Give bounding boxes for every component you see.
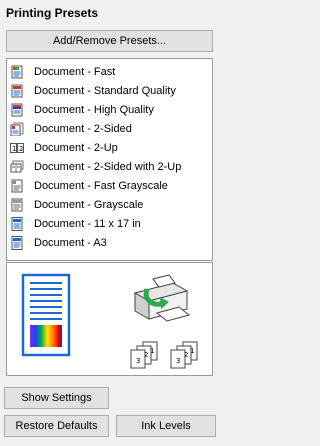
collate-page-3: 3	[176, 357, 180, 365]
document-2-sided-icon	[10, 122, 24, 137]
preset-label: Document - Standard Quality	[34, 85, 176, 97]
preview-area: 1 2 3 1 2 3	[6, 262, 213, 376]
restore-defaults-button[interactable]: Restore Defaults	[4, 415, 109, 437]
collate-page-1: 1	[150, 347, 154, 355]
document-fast-icon	[10, 65, 24, 79]
presets-list: Document - Fast Document - Standard Qual…	[6, 58, 213, 261]
preset-label: Document - Fast Grayscale	[34, 180, 168, 192]
document-high-quality-icon	[10, 103, 24, 117]
document-2-up-icon: 1 2	[10, 141, 24, 155]
preset-label: Document - Fast	[34, 66, 116, 78]
preset-label: Document - 2-Sided with 2-Up	[34, 161, 182, 173]
preset-item-document-high-quality[interactable]: Document - High Quality	[10, 102, 154, 118]
document-grayscale-icon	[10, 198, 24, 212]
preset-item-document-a3[interactable]: Document - A3	[10, 235, 107, 251]
svg-text:2: 2	[19, 145, 23, 153]
document-fast-grayscale-icon	[10, 179, 24, 193]
collate-stack-icon: 1 2 3	[170, 341, 198, 369]
duplex-printer-icon	[133, 274, 191, 322]
ink-levels-button[interactable]: Ink Levels	[116, 415, 216, 437]
preset-item-document-2-sided[interactable]: Document - 2-Sided	[10, 121, 132, 137]
collate-page-3: 3	[136, 357, 140, 365]
preset-item-document-2-sided-2-up[interactable]: Document - 2-Sided with 2-Up	[10, 159, 181, 175]
page-preview-icon	[21, 273, 71, 357]
collate-stack-icon: 1 2 3	[130, 341, 158, 369]
preset-item-document-standard[interactable]: Document - Standard Quality	[10, 83, 176, 99]
collate-page-1: 1	[190, 347, 194, 355]
svg-text:1: 1	[12, 145, 16, 153]
preset-item-document-11x17[interactable]: Document - 11 x 17 in	[10, 216, 141, 232]
document-2-sided-2-up-icon	[10, 160, 24, 174]
panel-title: Printing Presets	[6, 6, 99, 20]
show-settings-button[interactable]: Show Settings	[4, 387, 109, 409]
document-a3-icon	[10, 236, 24, 250]
document-11x17-icon	[10, 217, 24, 231]
preset-label: Document - A3	[34, 237, 107, 249]
preset-item-document-2-up[interactable]: 1 2 Document - 2-Up	[10, 140, 118, 156]
add-remove-presets-button[interactable]: Add/Remove Presets...	[6, 30, 213, 52]
preset-label: Document - 2-Sided	[34, 123, 132, 135]
preset-label: Document - 2-Up	[34, 142, 118, 154]
preset-label: Document - 11 x 17 in	[34, 218, 141, 230]
preset-label: Document - Grayscale	[34, 199, 144, 211]
preset-item-document-grayscale[interactable]: Document - Grayscale	[10, 197, 143, 213]
document-standard-icon	[10, 84, 24, 98]
collate-page-2: 2	[184, 351, 188, 359]
preset-label: Document - High Quality	[34, 104, 154, 116]
collate-page-2: 2	[144, 351, 148, 359]
preset-item-document-fast[interactable]: Document - Fast	[10, 64, 115, 80]
preset-item-document-fast-grayscale[interactable]: Document - Fast Grayscale	[10, 178, 168, 194]
